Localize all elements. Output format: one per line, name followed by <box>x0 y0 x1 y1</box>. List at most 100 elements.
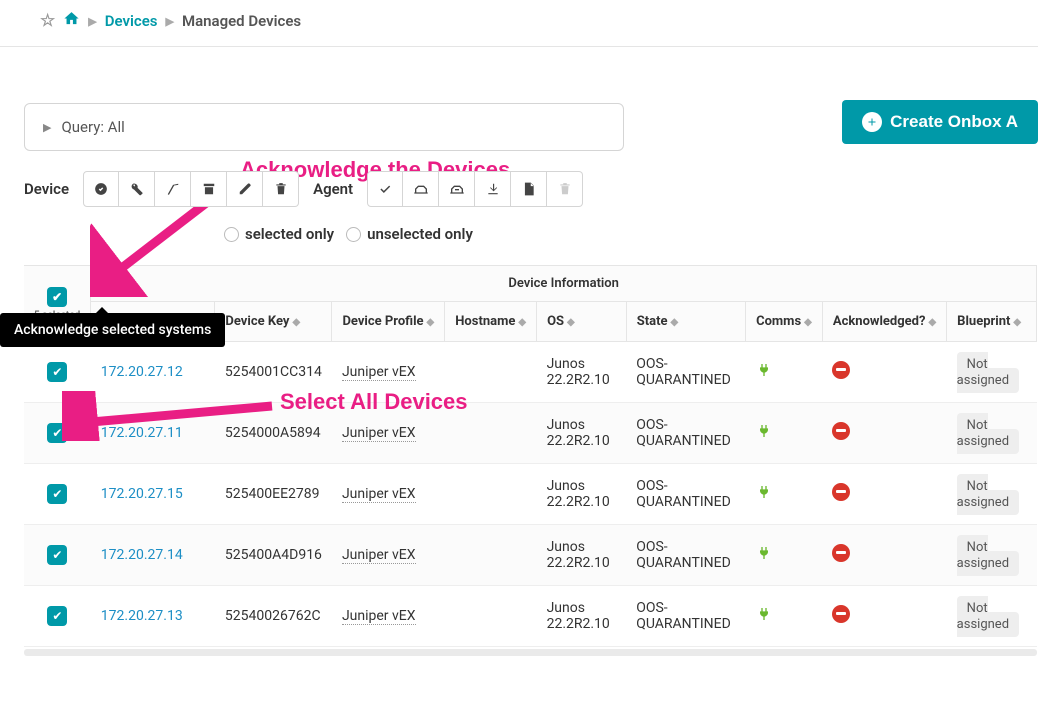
agent-uninstall-button[interactable] <box>439 171 475 207</box>
hostname-cell <box>445 403 537 464</box>
comms-cell <box>746 464 823 525</box>
caret-right-icon: ▶ <box>43 121 51 134</box>
blueprint-cell: Not assigned <box>947 586 1037 647</box>
management-ip-link[interactable]: 172.20.27.14 <box>101 547 183 563</box>
state-cell: OOS-QUARANTINED <box>626 586 745 647</box>
star-icon[interactable]: ☆ <box>40 11 55 31</box>
delete-button[interactable] <box>263 171 299 207</box>
plug-icon <box>756 485 772 504</box>
ack-cell <box>822 525 946 586</box>
breadcrumb-devices[interactable]: Devices <box>105 12 158 30</box>
state-cell: OOS-QUARANTINED <box>626 464 745 525</box>
chevron-icon: ▶ <box>88 15 96 28</box>
hostname-cell <box>445 342 537 403</box>
filter-selected-only[interactable]: selected only <box>224 225 334 243</box>
col-os[interactable]: OS◆ <box>537 302 627 342</box>
device-info-header: Device Information <box>91 266 1037 302</box>
state-cell: OOS-QUARANTINED <box>626 342 745 403</box>
device-key-cell: 525400EE2789 <box>215 464 332 525</box>
select-all-checkbox[interactable]: ✔ <box>47 287 67 307</box>
comms-cell <box>746 342 823 403</box>
query-filter[interactable]: ▶ Query: All <box>24 103 624 151</box>
comms-cell <box>746 403 823 464</box>
home-icon[interactable] <box>63 10 80 32</box>
breadcrumb-current: Managed Devices <box>182 12 301 30</box>
device-profile-link[interactable]: Juniper vEX <box>342 364 416 381</box>
table-row: ✔ 172.20.27.13 52540026762C Juniper vEX Juno… <box>24 586 1037 647</box>
ack-cell <box>822 342 946 403</box>
hostname-cell <box>445 586 537 647</box>
acknowledge-button[interactable] <box>83 171 119 207</box>
ack-cell <box>822 586 946 647</box>
agent-file-button[interactable] <box>511 171 547 207</box>
edit-button[interactable] <box>227 171 263 207</box>
breadcrumb: ☆ ▶ Devices ▶ Managed Devices <box>0 0 1038 47</box>
device-profile-link[interactable]: Juniper vEX <box>342 425 416 442</box>
query-label: Query: All <box>61 118 124 136</box>
device-key-cell: 5254000A5894 <box>215 403 332 464</box>
blueprint-cell: Not assigned <box>947 342 1037 403</box>
device-profile-link[interactable]: Juniper vEX <box>342 486 416 503</box>
no-entry-icon <box>832 544 850 562</box>
plug-icon <box>756 424 772 443</box>
os-cell: Junos 22.2R2.10 <box>537 525 627 586</box>
state-cell: OOS-QUARANTINED <box>626 525 745 586</box>
row-checkbox[interactable]: ✔ <box>47 423 67 443</box>
device-key-cell: 5254001CC314 <box>215 342 332 403</box>
state-cell: OOS-QUARANTINED <box>626 403 745 464</box>
device-profile-link[interactable]: Juniper vEX <box>342 547 416 564</box>
management-ip-link[interactable]: 172.20.27.12 <box>101 364 183 380</box>
os-cell: Junos 22.2R2.10 <box>537 586 627 647</box>
wrench-button[interactable] <box>119 171 155 207</box>
col-profile[interactable]: Device Profile◆ <box>332 302 445 342</box>
plug-icon <box>756 363 772 382</box>
ack-cell <box>822 403 946 464</box>
col-comms[interactable]: Comms◆ <box>746 302 823 342</box>
ack-cell <box>822 464 946 525</box>
row-checkbox[interactable]: ✔ <box>47 484 67 504</box>
agent-toolbar-label: Agent <box>313 180 353 198</box>
table-row: ✔ 172.20.27.15 525400EE2789 Juniper vEX Juno… <box>24 464 1037 525</box>
table-row: ✔ 172.20.27.11 5254000A5894 Juniper vEX Juno… <box>24 403 1037 464</box>
filter-unselected-only[interactable]: unselected only <box>346 225 473 243</box>
blueprint-cell: Not assigned <box>947 525 1037 586</box>
device-key-cell: 52540026762C <box>215 586 332 647</box>
agent-install-button[interactable] <box>403 171 439 207</box>
table-row: ✔ 172.20.27.14 525400A4D916 Juniper vEX Juno… <box>24 525 1037 586</box>
plug-icon <box>756 546 772 565</box>
archive-button[interactable] <box>191 171 227 207</box>
col-key[interactable]: Device Key◆ <box>215 302 332 342</box>
management-ip-link[interactable]: 172.20.27.13 <box>101 608 183 624</box>
agent-download-button[interactable] <box>475 171 511 207</box>
row-checkbox[interactable]: ✔ <box>47 545 67 565</box>
comms-cell <box>746 586 823 647</box>
management-ip-link[interactable]: 172.20.27.15 <box>101 486 183 502</box>
management-ip-link[interactable]: 172.20.27.11 <box>101 425 183 441</box>
device-key-cell: 525400A4D916 <box>215 525 332 586</box>
not-assigned-badge: Not assigned <box>957 596 1019 637</box>
comms-cell <box>746 525 823 586</box>
col-hostname[interactable]: Hostname◆ <box>445 302 537 342</box>
agent-check-button[interactable] <box>367 171 403 207</box>
not-assigned-badge: Not assigned <box>957 352 1019 393</box>
table-row: ✔172.20.27.125254001CC314Juniper vEXJuno… <box>24 342 1037 403</box>
row-checkbox[interactable]: ✔ <box>47 362 67 382</box>
device-toolbar <box>83 171 299 207</box>
scrollbar-horizontal[interactable] <box>24 649 1037 656</box>
tag-button[interactable] <box>155 171 191 207</box>
col-blueprint[interactable]: Blueprint◆ <box>947 302 1037 342</box>
row-checkbox[interactable]: ✔ <box>47 606 67 626</box>
no-entry-icon <box>832 361 850 379</box>
device-profile-link[interactable]: Juniper vEX <box>342 608 416 625</box>
plug-icon <box>756 607 772 626</box>
hostname-cell <box>445 464 537 525</box>
not-assigned-badge: Not assigned <box>957 413 1019 454</box>
no-entry-icon <box>832 605 850 623</box>
blueprint-cell: Not assigned <box>947 403 1037 464</box>
os-cell: Junos 22.2R2.10 <box>537 464 627 525</box>
not-assigned-badge: Not assigned <box>957 535 1019 576</box>
col-ack[interactable]: Acknowledged?◆ <box>822 302 946 342</box>
col-state[interactable]: State◆ <box>626 302 745 342</box>
agent-toolbar <box>367 171 583 207</box>
os-cell: Junos 22.2R2.10 <box>537 403 627 464</box>
